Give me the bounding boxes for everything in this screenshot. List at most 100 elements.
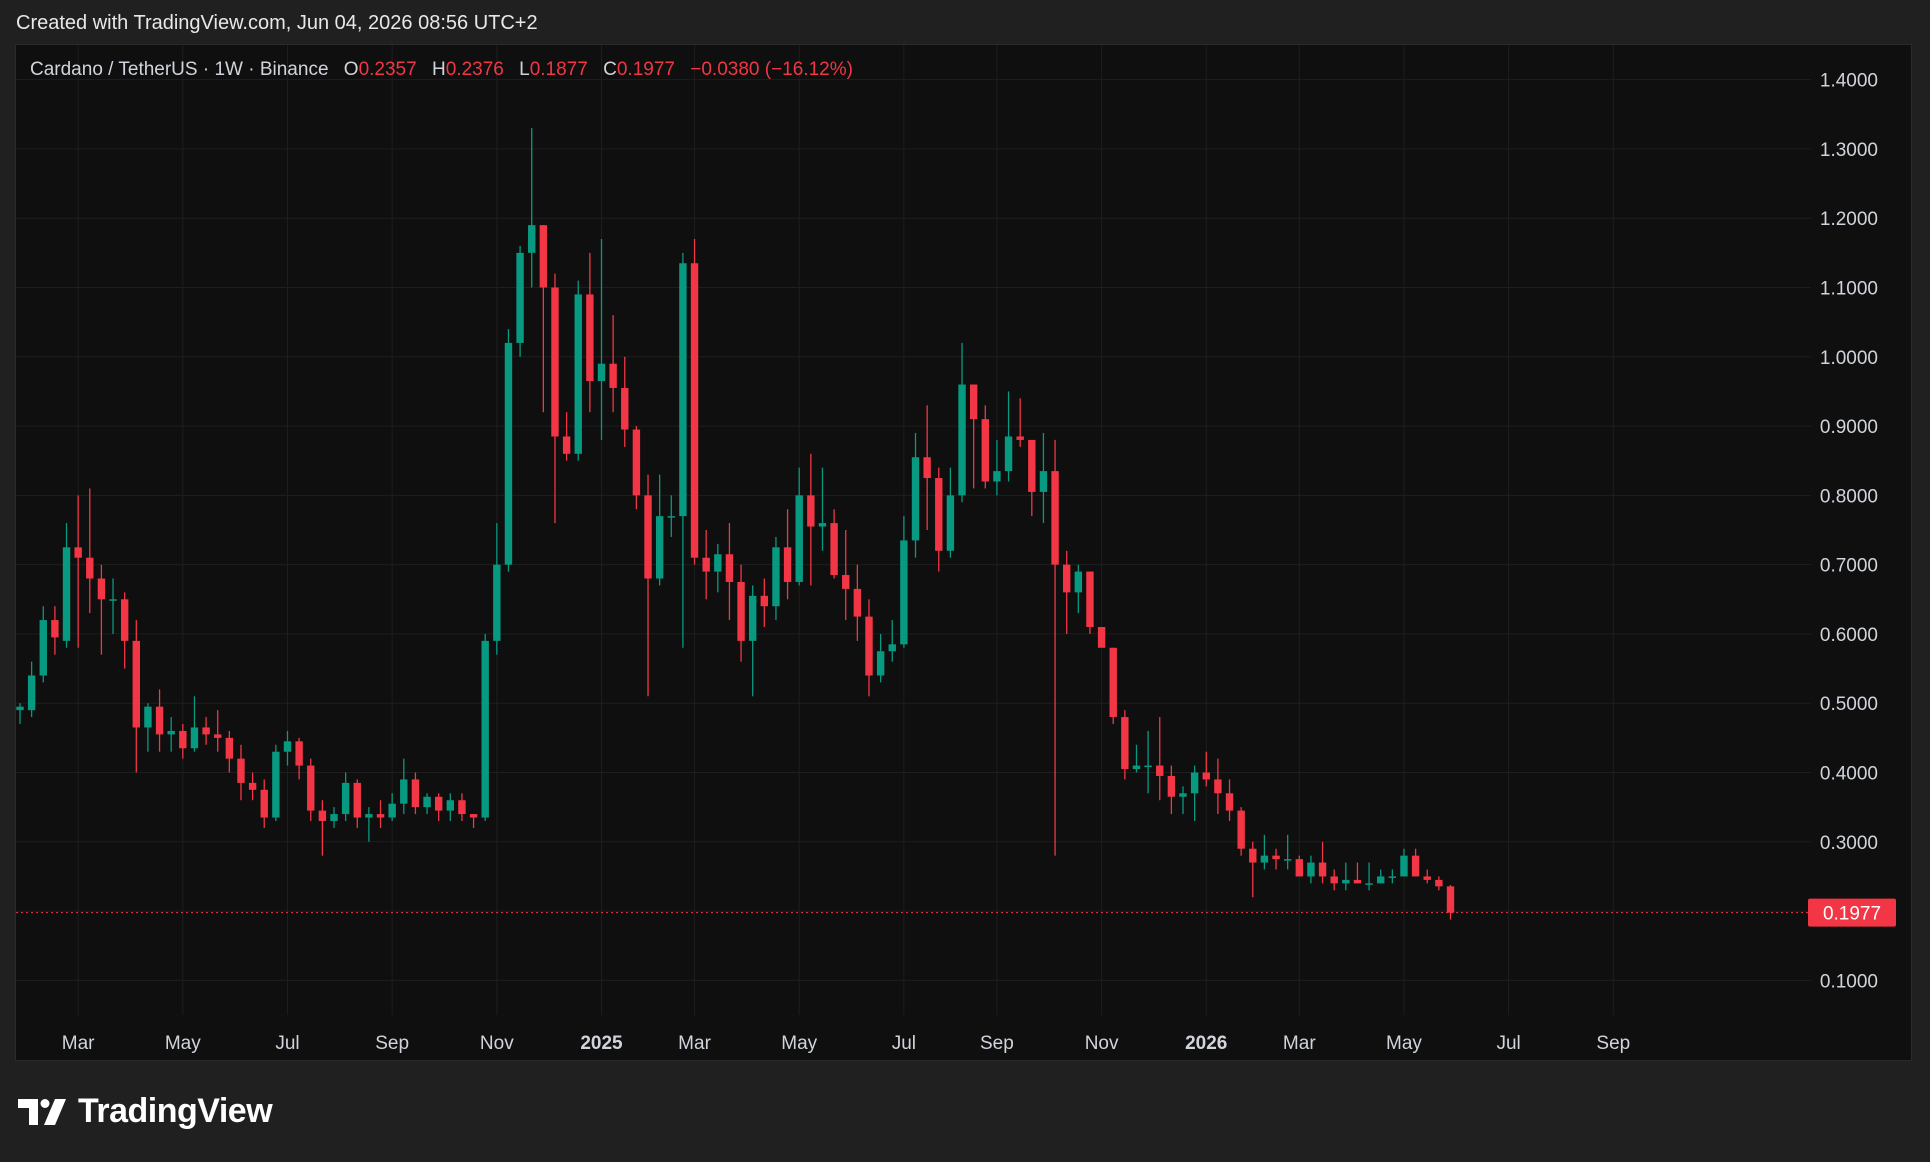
time-tick-label: Sep (980, 1033, 1014, 1054)
candle-body (353, 782, 361, 818)
candle (260, 779, 268, 828)
time-axis[interactable]: Mar May Jul Sep Nov 2025 Mar May Jul Sep Nov 2026 Ma… (62, 1033, 1630, 1054)
candle (632, 426, 641, 510)
candle (1202, 751, 1210, 787)
candle-body (202, 727, 210, 735)
candle-body (993, 471, 1001, 482)
candle-body (1179, 793, 1187, 797)
candle-body (586, 294, 594, 382)
time-tick-label: Jul (1496, 1033, 1520, 1054)
candle-body (1446, 886, 1455, 913)
candle-body (272, 751, 280, 818)
candle (1353, 862, 1362, 884)
candle-body (1423, 876, 1431, 880)
candle-body (1016, 436, 1024, 440)
candle-body (376, 814, 385, 818)
candle (504, 329, 513, 572)
candle (86, 488, 94, 614)
candle (621, 356, 629, 447)
candle (609, 315, 617, 413)
candle (411, 772, 420, 815)
candle (365, 807, 373, 842)
candle (237, 744, 245, 801)
candle-body (528, 225, 536, 253)
candle-body (1307, 862, 1315, 877)
candle-body (155, 706, 164, 735)
candle-body (1353, 879, 1362, 884)
candle-body (74, 547, 82, 558)
tradingview-logo-icon (18, 1098, 66, 1125)
candle-body (400, 779, 408, 804)
candle-body (655, 516, 664, 579)
price-tick-label: 0.5000 (1820, 694, 1878, 715)
candle-body (1074, 571, 1083, 593)
candle (400, 758, 408, 815)
time-tick-label: Nov (480, 1033, 514, 1054)
symbol-legend[interactable]: Cardano / TetherUS · 1W · Binance O0.235… (30, 59, 853, 81)
candle-body (1144, 765, 1152, 768)
candle-body (574, 294, 582, 454)
candle (1132, 744, 1141, 773)
candle (1423, 869, 1431, 884)
candle (1004, 391, 1013, 482)
candle-body (493, 564, 501, 641)
candle (1272, 848, 1280, 870)
candle-body (260, 789, 268, 818)
candle-body (423, 796, 431, 808)
time-tick-label: Sep (1596, 1033, 1630, 1054)
candle (1435, 876, 1443, 891)
price-axis[interactable]: 0.10000.20000.30000.40000.50000.60000.70… (1820, 71, 1878, 993)
candle-body (97, 578, 106, 600)
candle (690, 239, 699, 565)
candle (644, 474, 652, 697)
candle-body (179, 730, 187, 749)
candle-body (748, 595, 757, 641)
time-tick-label: Mar (62, 1033, 95, 1054)
candle-body (1272, 855, 1280, 860)
candle (155, 689, 164, 752)
candle-body (504, 342, 513, 565)
candle (179, 724, 187, 759)
candle-body (248, 782, 257, 790)
candles (16, 128, 1455, 920)
chart-caption: Created with TradingView.com, Jun 04, 20… (16, 12, 538, 34)
price-tick-label: 0.3000 (1820, 833, 1878, 854)
candle-body (830, 523, 838, 576)
candle-body (1028, 439, 1036, 492)
candle-body (1132, 765, 1141, 770)
candle-body (109, 599, 117, 601)
candle-body (900, 540, 908, 645)
candle (493, 523, 501, 655)
candle-body (446, 800, 455, 811)
candle (144, 703, 152, 752)
candle (714, 543, 722, 593)
candle (876, 633, 885, 683)
candle (946, 467, 955, 558)
candle (120, 592, 129, 669)
candlestick-chart[interactable]: 0.10000.20000.30000.40000.50000.60000.70… (16, 45, 1911, 1060)
candle (1225, 779, 1234, 821)
last-price-label: 0.1977 (1823, 904, 1881, 925)
low-value: 0.1877 (529, 59, 588, 80)
candle-body (62, 547, 71, 641)
tradingview-brand[interactable]: TradingView (18, 1092, 273, 1131)
close-label: C (603, 59, 617, 80)
candle-body (86, 557, 94, 579)
symbol-title[interactable]: Cardano / TetherUS · 1W · Binance (30, 59, 329, 80)
candle-body (1330, 876, 1338, 884)
candle-body (772, 547, 780, 607)
candle (1295, 855, 1303, 877)
candle (1388, 869, 1397, 884)
candle-body (1086, 571, 1094, 627)
candle-body (1342, 879, 1350, 884)
candle (562, 412, 571, 461)
candle-body (597, 363, 606, 382)
candle (1039, 433, 1048, 524)
time-tick-label: Jul (892, 1033, 916, 1054)
candle (818, 467, 827, 551)
chart-pane[interactable]: 0.10000.20000.30000.40000.50000.60000.70… (15, 44, 1912, 1061)
candle-body (644, 495, 652, 579)
candle-body (969, 384, 978, 420)
candle (446, 793, 455, 821)
candle (865, 599, 873, 697)
